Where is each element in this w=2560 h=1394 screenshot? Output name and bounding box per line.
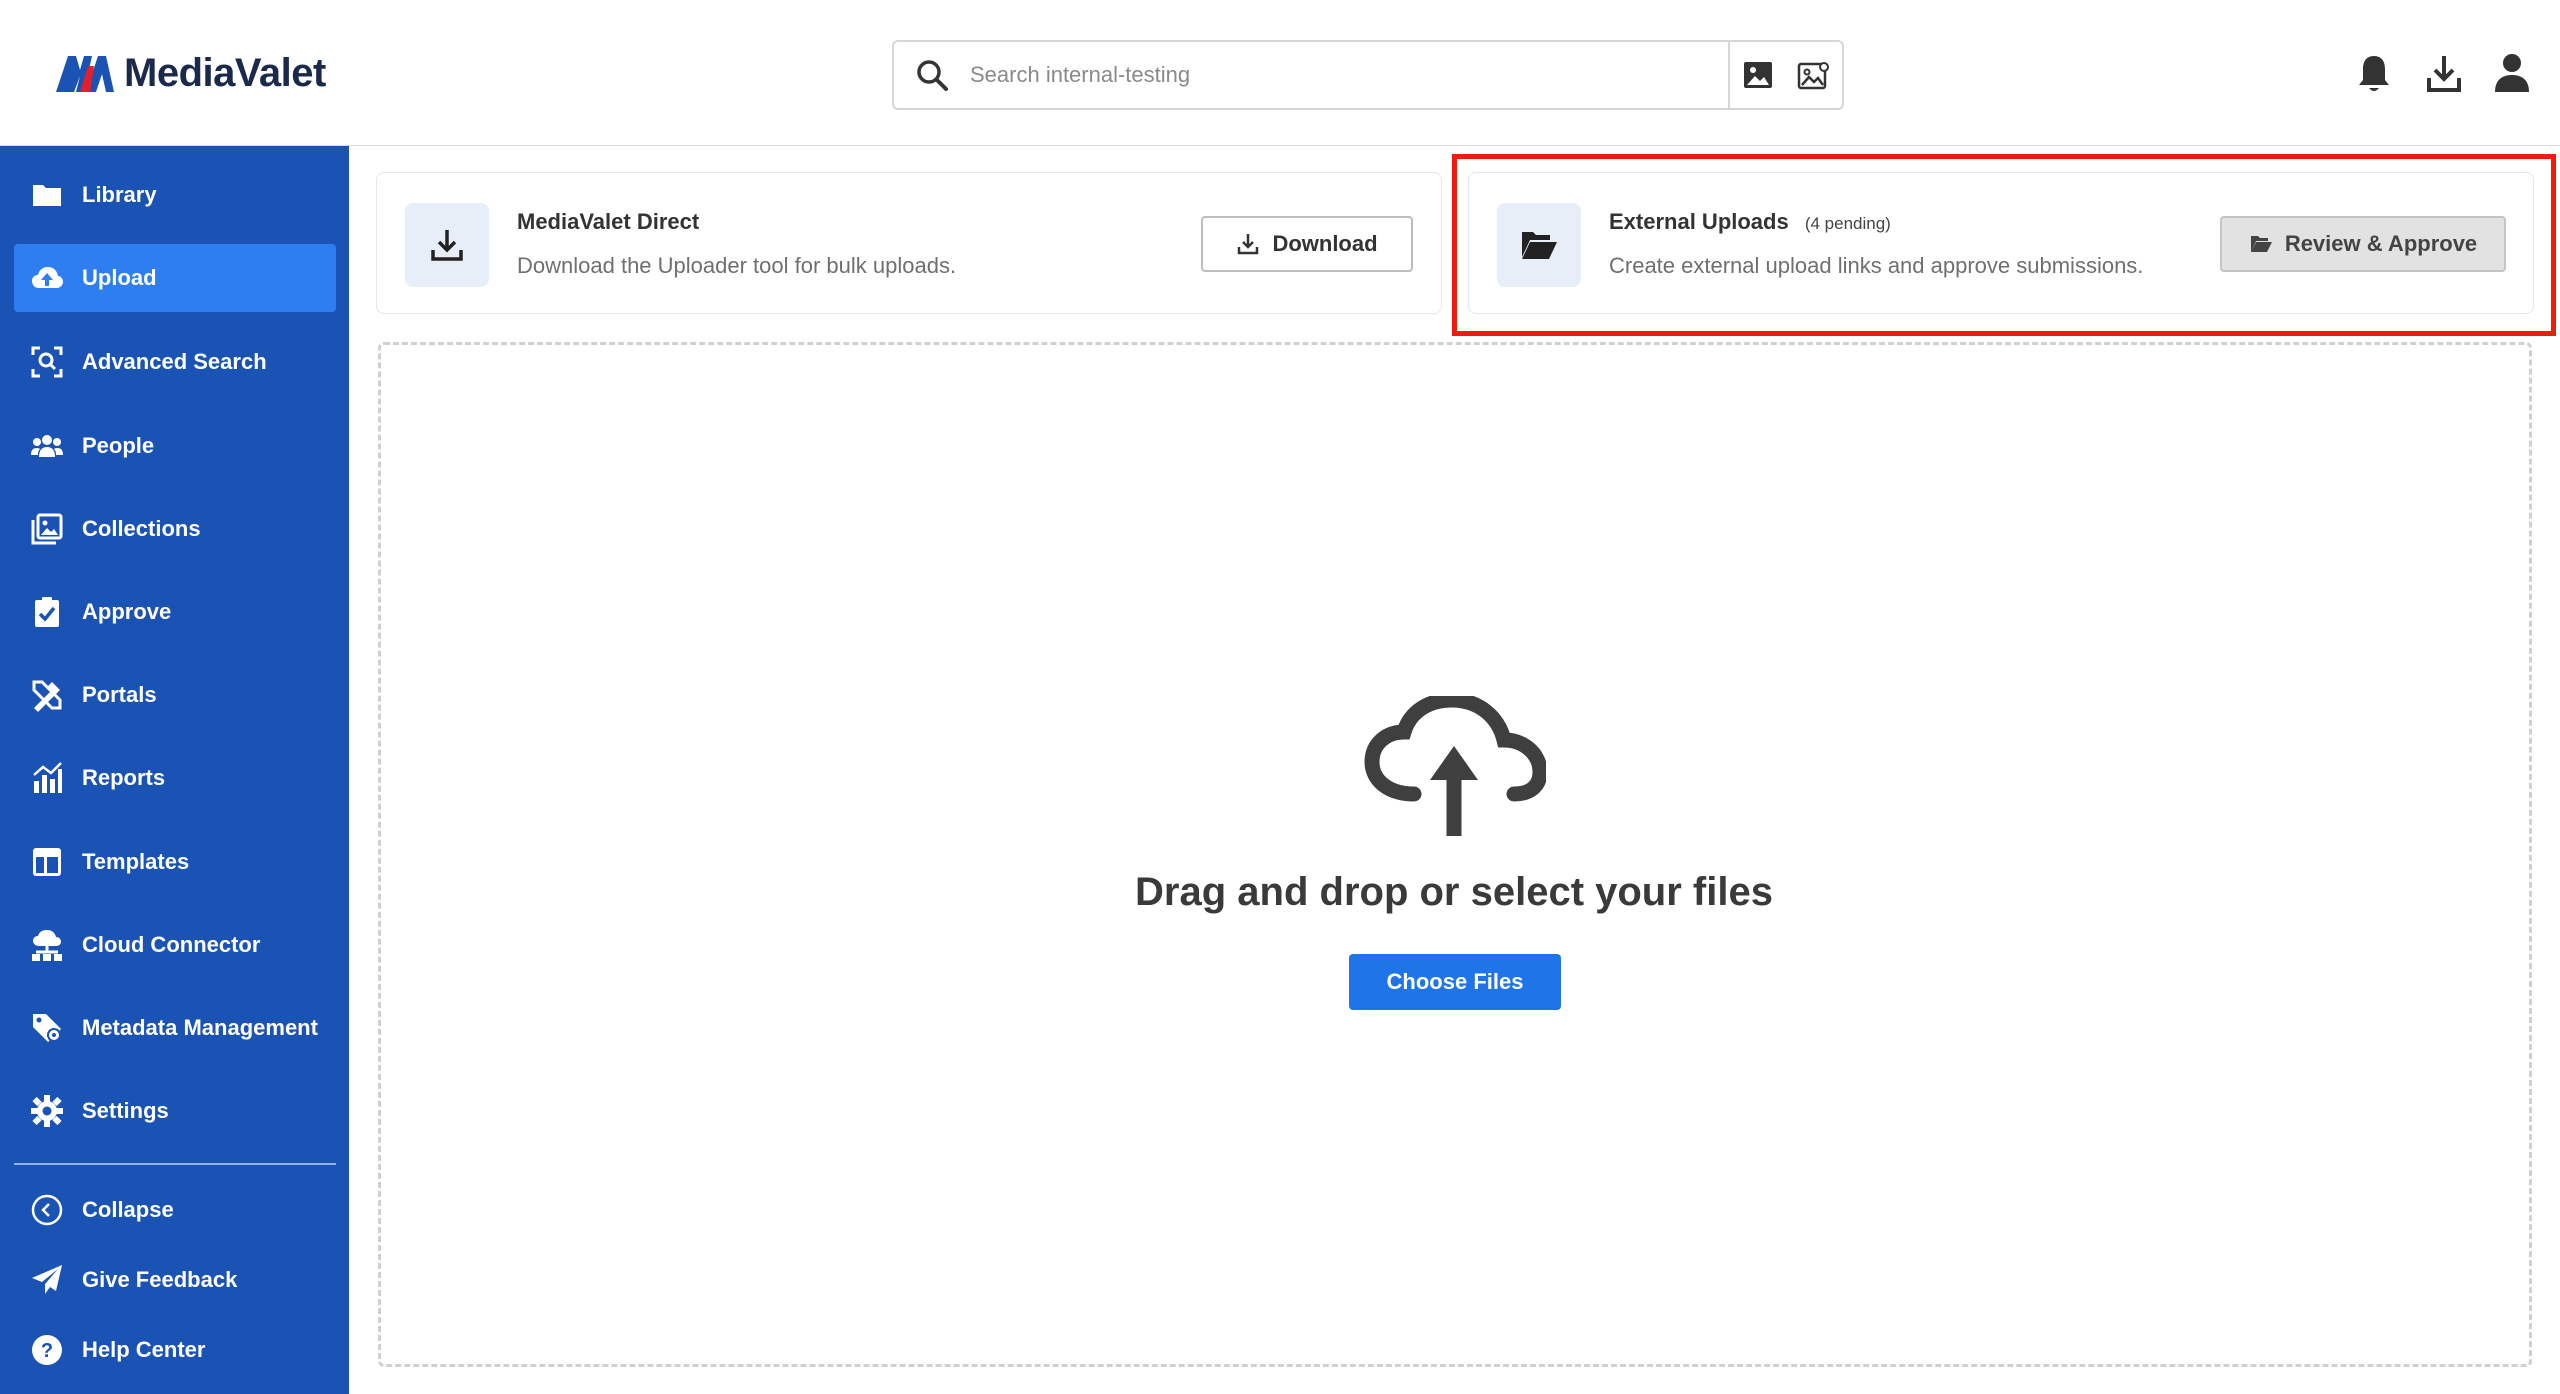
people-icon <box>31 435 63 457</box>
top-bar: MediaValet <box>0 0 2560 146</box>
sidebar-item-metadata-management[interactable]: Metadata Management <box>14 994 336 1062</box>
sidebar-divider <box>14 1163 336 1165</box>
help-icon: ? <box>32 1335 62 1365</box>
cloud-network-icon <box>32 930 62 961</box>
download-button[interactable]: Download <box>1201 216 1413 272</box>
sidebar-item-upload[interactable]: Upload <box>14 244 336 312</box>
mediavalet-direct-card: MediaValet Direct Download the Uploader … <box>376 172 1442 314</box>
sidebar-item-approve[interactable]: Approve <box>14 578 336 646</box>
sidebar-item-label: Advanced Search <box>82 349 267 374</box>
sidebar-item-reports[interactable]: Reports <box>14 744 336 812</box>
folder-icon <box>33 185 61 206</box>
sidebar-item-label: Help Center <box>82 1337 206 1362</box>
mediavalet-logo-icon <box>56 56 114 92</box>
search-input[interactable] <box>970 42 1728 108</box>
sidebar-item-label: Templates <box>82 849 190 874</box>
sidebar-item-advanced-search[interactable]: Advanced Search <box>14 328 336 396</box>
sidebar: Library Upload Advanced Search People Co… <box>0 146 349 1394</box>
card-description: Download the Uploader tool for bulk uplo… <box>517 253 957 278</box>
sidebar-item-cloud-connector[interactable]: Cloud Connector <box>14 911 336 979</box>
clipboard-check-icon <box>35 597 59 627</box>
sidebar-item-settings[interactable]: Settings <box>14 1077 336 1145</box>
file-dropzone[interactable] <box>378 342 2532 1367</box>
brand-logo[interactable]: MediaValet <box>54 48 326 98</box>
collections-icon <box>31 513 63 545</box>
paper-plane-icon <box>32 1265 62 1294</box>
sidebar-item-label: Portals <box>82 682 157 707</box>
sidebar-item-label: Approve <box>82 599 172 624</box>
chevron-left-icon <box>31 1194 63 1226</box>
image-outline-icon <box>1797 62 1829 90</box>
sidebar-item-label: People <box>82 433 155 458</box>
gear-icon <box>31 1095 63 1127</box>
search-bar <box>892 40 1844 110</box>
sidebar-item-label: Reports <box>82 765 166 790</box>
cloud-upload-icon <box>32 267 63 288</box>
card-title: MediaValet Direct <box>517 209 700 234</box>
sidebar-item-label: Collections <box>82 516 201 541</box>
tools-icon <box>32 680 62 712</box>
card-icon-box <box>405 203 489 287</box>
highlight-box <box>1452 154 2556 336</box>
image-search-button[interactable] <box>1730 42 1786 108</box>
template-icon <box>33 848 61 876</box>
chart-icon <box>33 762 62 793</box>
download-icon <box>431 230 463 261</box>
bell-icon[interactable] <box>2354 52 2394 96</box>
sidebar-item-give-feedback[interactable]: Give Feedback <box>14 1246 336 1314</box>
sidebar-item-label: Give Feedback <box>82 1267 238 1292</box>
sidebar-item-label: Collapse <box>82 1197 174 1222</box>
sidebar-item-label: Library <box>82 182 157 207</box>
face-search-icon <box>31 346 63 378</box>
download-button-label: Download <box>1272 231 1378 256</box>
choose-files-button[interactable]: Choose Files <box>1349 954 1561 1010</box>
sidebar-item-label: Settings <box>82 1098 169 1123</box>
cloud-upload-icon <box>1364 696 1546 836</box>
tag-gear-icon <box>33 1014 61 1042</box>
sidebar-item-people[interactable]: People <box>14 412 336 480</box>
download-icon <box>1238 234 1259 255</box>
user-icon[interactable] <box>2492 50 2532 94</box>
image-search-icon <box>1744 62 1772 88</box>
sidebar-item-collections[interactable]: Collections <box>14 495 336 563</box>
sidebar-item-help-center[interactable]: ? Help Center <box>14 1316 336 1384</box>
sidebar-item-label: Upload <box>82 265 157 290</box>
download-icon[interactable] <box>2424 52 2464 96</box>
sidebar-item-collapse[interactable]: Collapse <box>14 1176 336 1244</box>
brand-name: MediaValet <box>124 50 326 95</box>
search-icon <box>917 60 948 91</box>
svg-text:?: ? <box>41 1340 53 1362</box>
sidebar-item-label: Metadata Management <box>82 1015 318 1040</box>
sidebar-item-label: Cloud Connector <box>82 932 261 957</box>
sidebar-item-portals[interactable]: Portals <box>14 661 336 729</box>
sidebar-item-library[interactable]: Library <box>14 161 336 229</box>
similar-image-search-button[interactable] <box>1786 42 1842 108</box>
sidebar-item-templates[interactable]: Templates <box>14 828 336 896</box>
dropzone-text: Drag and drop or select your files <box>1135 870 1773 914</box>
